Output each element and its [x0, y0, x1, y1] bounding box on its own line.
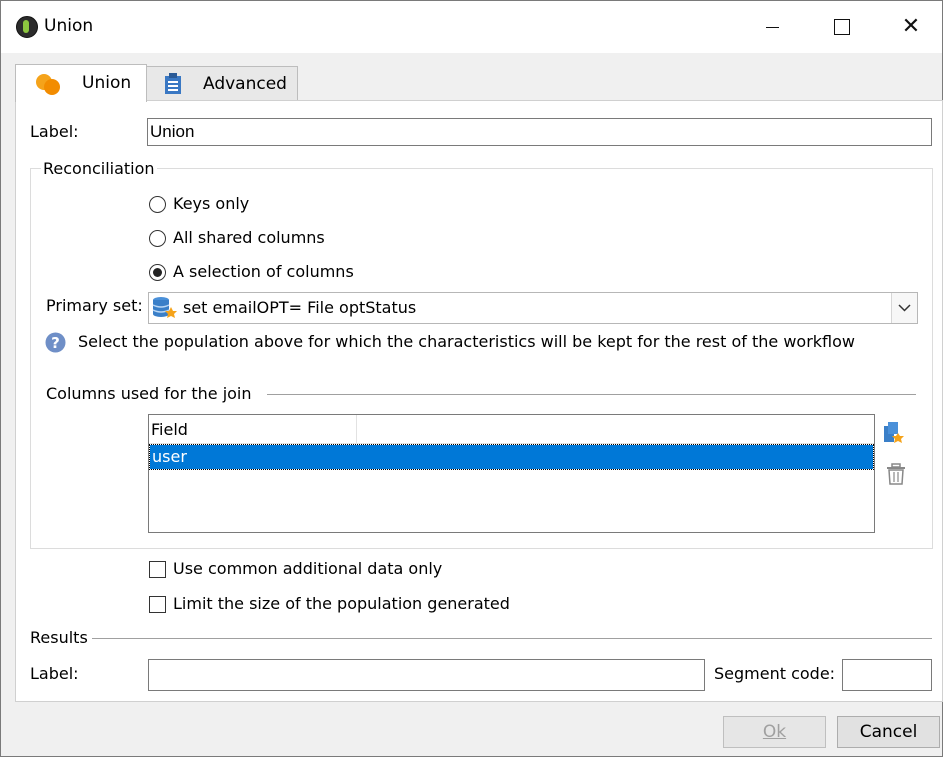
minimize-button[interactable]	[747, 10, 797, 44]
add-field-icon[interactable]	[883, 421, 905, 445]
primary-set-label: Primary set:	[46, 296, 143, 315]
minimize-icon	[766, 27, 779, 28]
union-dialog: Union ✕ Union Advanced Label: Union Reco…	[0, 0, 943, 757]
results-title: Results	[30, 628, 88, 647]
help-text: Select the population above for which th…	[78, 332, 855, 351]
join-columns-list[interactable]: Field user	[148, 414, 875, 533]
label-field-label: Label:	[30, 122, 79, 141]
radio-selection-of-columns[interactable]	[149, 264, 166, 281]
svg-text:?: ?	[51, 334, 60, 352]
chevron-down-icon	[898, 304, 911, 312]
title-bar[interactable]: Union ✕	[1, 1, 942, 53]
table-row[interactable]: user	[149, 444, 874, 470]
results-separator	[92, 638, 932, 639]
database-set-icon	[152, 296, 178, 320]
radio-keys-only[interactable]	[149, 196, 166, 213]
limit-size-label[interactable]: Limit the size of the population generat…	[173, 594, 510, 613]
tab-union-label: Union	[82, 73, 132, 93]
close-icon: ✕	[901, 14, 921, 39]
app-icon	[16, 16, 38, 38]
common-data-label[interactable]: Use common additional data only	[173, 559, 442, 578]
cancel-button[interactable]: Cancel	[837, 716, 940, 748]
cancel-button-label: Cancel	[859, 722, 918, 742]
maximize-button[interactable]	[816, 10, 866, 44]
reconciliation-title: Reconciliation	[41, 159, 157, 178]
list-header: Field	[149, 415, 874, 444]
close-button[interactable]: ✕	[886, 10, 936, 44]
radio-selection-of-columns-label[interactable]: A selection of columns	[173, 262, 354, 281]
primary-set-value: set emailOPT= File optStatus	[183, 298, 417, 317]
union-tab-panel: Label: Reconciliation Keys only All shar…	[15, 100, 943, 702]
trash-icon[interactable]	[886, 463, 906, 485]
help-icon: ?	[45, 332, 66, 353]
radio-keys-only-label[interactable]: Keys only	[173, 194, 249, 213]
maximize-icon	[834, 19, 850, 35]
dropdown-button[interactable]	[891, 293, 917, 323]
results-label-label: Label:	[30, 664, 79, 683]
ok-button[interactable]: Ok	[723, 716, 826, 748]
field-column-header[interactable]: Field	[151, 420, 188, 439]
ok-button-label: Ok	[762, 722, 787, 742]
clipboard-icon	[164, 73, 182, 95]
tab-advanced[interactable]: Advanced	[146, 66, 298, 101]
row-field-value: user	[152, 447, 187, 466]
radio-all-shared-columns-label[interactable]: All shared columns	[173, 228, 325, 247]
limit-size-checkbox[interactable]	[149, 596, 166, 613]
results-label-input[interactable]	[148, 659, 705, 691]
segment-code-label: Segment code:	[714, 664, 836, 683]
segment-code-input[interactable]	[842, 659, 932, 691]
columns-title: Columns used for the join	[46, 384, 252, 403]
window-title: Union	[44, 16, 94, 36]
common-data-checkbox[interactable]	[149, 561, 166, 578]
radio-all-shared-columns[interactable]	[149, 230, 166, 247]
tab-union[interactable]: Union	[15, 64, 147, 102]
tab-advanced-label: Advanced	[203, 74, 287, 94]
columns-separator	[267, 394, 916, 395]
reconciliation-group: Reconciliation Keys only All shared colu…	[30, 159, 933, 549]
label-input[interactable]	[147, 118, 932, 146]
header-divider	[356, 415, 357, 443]
primary-set-dropdown[interactable]: set emailOPT= File optStatus	[148, 292, 918, 324]
union-icon	[36, 74, 62, 96]
